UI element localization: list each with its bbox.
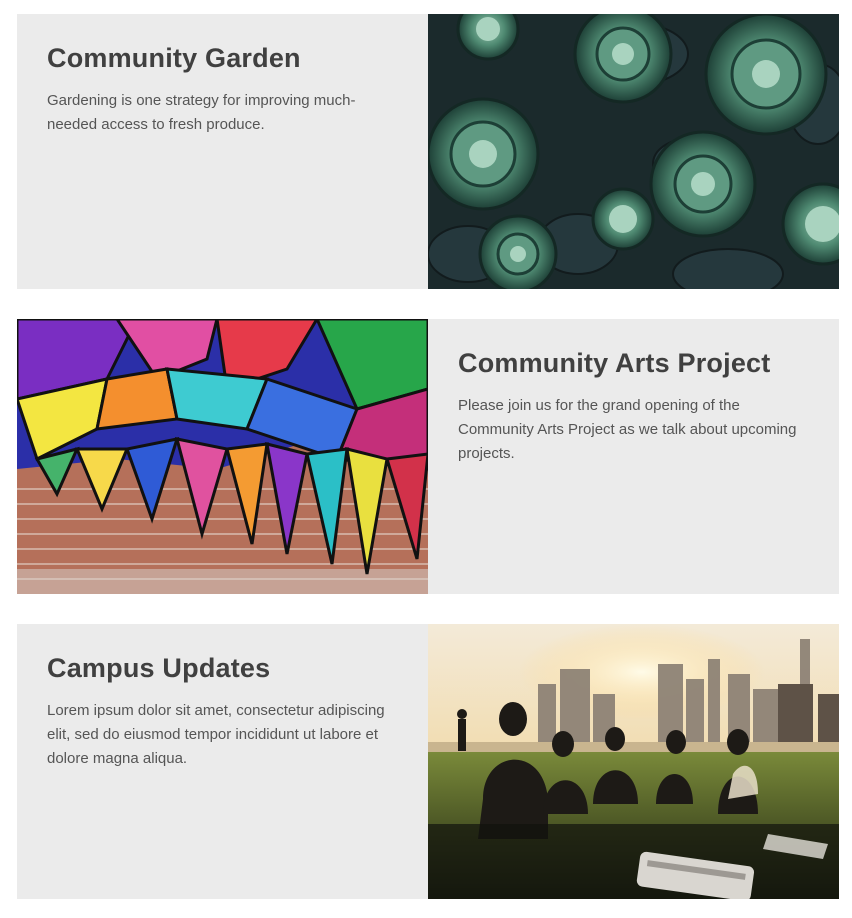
card-title[interactable]: Community Garden	[47, 40, 398, 76]
graffiti-image	[17, 319, 428, 594]
card-text: Campus Updates Lorem ipsum dolor sit ame…	[17, 624, 428, 899]
card-description: Gardening is one strategy for improving …	[47, 92, 356, 133]
card-description: Lorem ipsum dolor sit amet, consectetur …	[47, 702, 385, 767]
card-campus-updates[interactable]: Campus Updates Lorem ipsum dolor sit ame…	[17, 624, 839, 899]
picnic-image	[428, 624, 839, 899]
succulents-photo[interactable]	[428, 14, 839, 289]
park-picnic-skyline-photo[interactable]	[428, 624, 839, 899]
graffiti-mural-photo[interactable]	[17, 319, 428, 594]
card-title[interactable]: Community Arts Project	[458, 345, 809, 381]
succulents-image	[428, 14, 839, 289]
card-text: Community Arts Project Please join us fo…	[428, 319, 839, 594]
card-description: Please join us for the grand opening of …	[458, 397, 797, 462]
card-title[interactable]: Campus Updates	[47, 650, 398, 686]
card-text: Community Garden Gardening is one strate…	[17, 14, 428, 289]
card-community-arts-project[interactable]: Community Arts Project Please join us fo…	[17, 319, 839, 594]
card-community-garden[interactable]: Community Garden Gardening is one strate…	[17, 14, 839, 289]
